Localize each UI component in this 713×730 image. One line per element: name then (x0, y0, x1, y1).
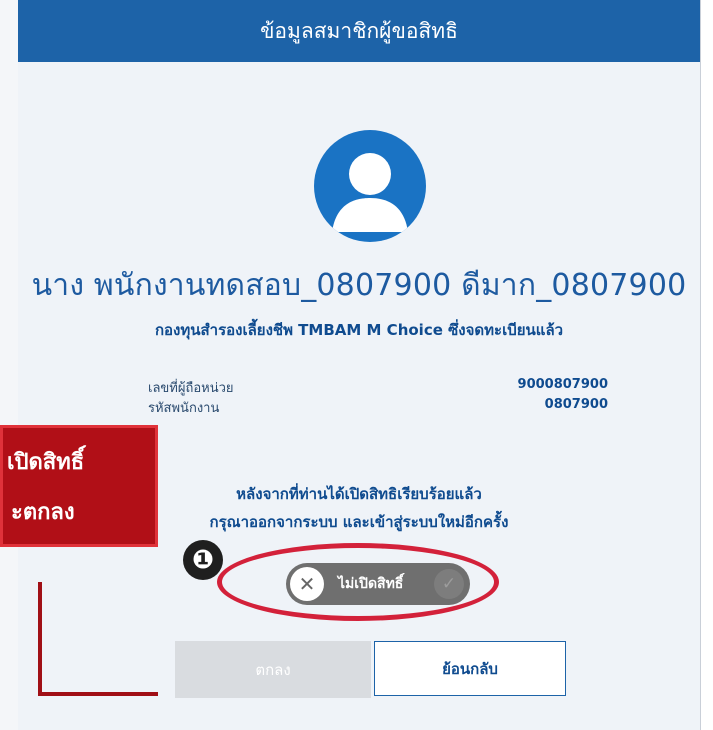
annotation-connector (38, 692, 158, 696)
background-panel-left (0, 0, 19, 730)
annotation-callout: เปิดสิทธิ์ ะตกลง (0, 425, 158, 547)
back-button[interactable]: ย้อนกลับ (374, 641, 566, 696)
step-number-badge: ❶ (183, 540, 223, 580)
highlight-ring (217, 543, 499, 621)
unitholder-number-label: เลขที่ผู้ถือหน่วย (148, 381, 234, 396)
employee-id-value: 0807900 (544, 397, 608, 412)
unitholder-number-value: 9000807900 (517, 377, 608, 392)
callout-text-1: เปิดสิทธิ์ (7, 450, 85, 475)
annotation-connector (38, 582, 42, 696)
employee-id-label: รหัสพนักงาน (148, 401, 220, 416)
dialog-header: ข้อมูลสมาชิกผู้ขอสิทธิ (18, 0, 700, 62)
member-name: นาง พนักงานทดสอบ_0807900 ดีมาก_0807900 (31, 268, 687, 303)
ok-button[interactable]: ตกลง (175, 641, 371, 698)
fund-name: กองทุนสำรองเลี้ยงชีพ TMBAM M Choice ซึ่ง… (154, 321, 564, 339)
callout-text-2: ะตกลง (11, 500, 75, 525)
avatar-icon (314, 130, 426, 242)
page-border (700, 0, 701, 730)
dialog-title: ข้อมูลสมาชิกผู้ขอสิทธิ (260, 18, 458, 43)
